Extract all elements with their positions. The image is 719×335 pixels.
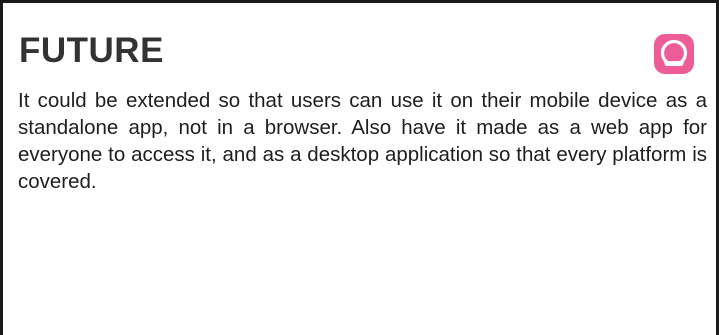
section-body-text: It could be extended so that users can u… xyxy=(18,89,707,193)
app-logo-icon xyxy=(654,34,694,74)
section-title: FUTURE xyxy=(19,31,164,70)
future-card: FUTURE It could be extended so that user… xyxy=(0,0,719,335)
